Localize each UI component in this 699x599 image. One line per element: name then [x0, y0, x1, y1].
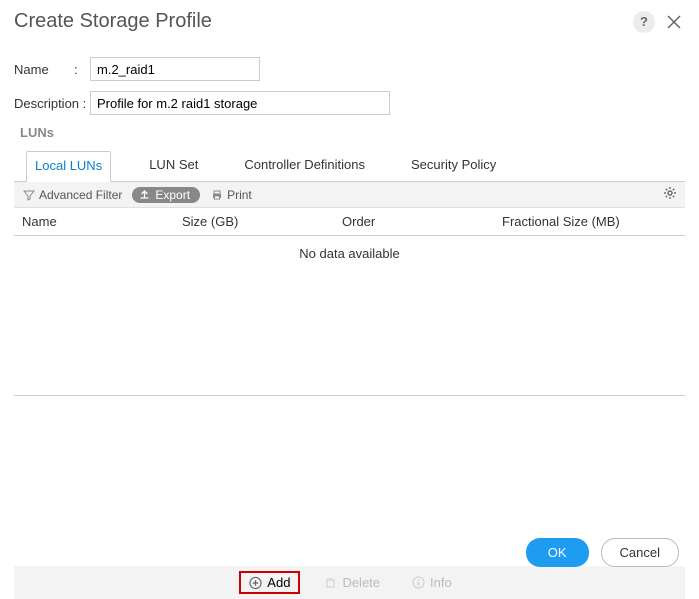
- table-header: Name Size (GB) Order Fractional Size (MB…: [14, 208, 685, 236]
- print-button[interactable]: Print: [210, 188, 252, 202]
- plus-circle-icon: [249, 576, 262, 589]
- filter-icon: [22, 188, 35, 201]
- name-input[interactable]: [90, 57, 260, 81]
- export-icon: [138, 188, 151, 201]
- advanced-filter-button[interactable]: Advanced Filter: [22, 188, 122, 202]
- form-area: Name : Description : LUNs: [0, 37, 699, 140]
- luns-content: Local LUNs LUN Set Controller Definition…: [0, 150, 699, 599]
- column-size[interactable]: Size (GB): [182, 214, 342, 229]
- create-storage-profile-dialog: Create Storage Profile ? Name : Descript…: [0, 0, 699, 581]
- title-bar: Create Storage Profile ?: [0, 0, 699, 37]
- name-label: Name: [14, 62, 74, 77]
- table-action-bar: Add Delete Info: [14, 566, 685, 599]
- print-label: Print: [227, 188, 252, 202]
- dialog-footer: OK Cancel: [526, 538, 679, 567]
- table-body: No data available: [14, 236, 685, 396]
- add-label: Add: [267, 575, 290, 590]
- name-row: Name :: [14, 57, 685, 81]
- close-icon: [665, 13, 683, 31]
- colon: :: [74, 62, 90, 77]
- info-label: Info: [430, 575, 452, 590]
- print-icon: [210, 188, 223, 201]
- advanced-filter-label: Advanced Filter: [39, 188, 122, 202]
- description-label: Description :: [14, 96, 90, 111]
- table-toolbar: Advanced Filter Export Print: [14, 182, 685, 208]
- description-row: Description :: [14, 91, 685, 115]
- column-name[interactable]: Name: [22, 214, 182, 229]
- tab-controller-definitions[interactable]: Controller Definitions: [236, 151, 373, 182]
- info-button: Info: [404, 571, 460, 594]
- export-button[interactable]: Export: [132, 187, 200, 203]
- export-label: Export: [155, 188, 190, 202]
- delete-label: Delete: [342, 575, 380, 590]
- description-input[interactable]: [90, 91, 390, 115]
- info-icon: [412, 576, 425, 589]
- column-fractional-size[interactable]: Fractional Size (MB): [502, 214, 677, 229]
- table-settings-button[interactable]: [663, 186, 677, 203]
- gear-icon: [663, 186, 677, 200]
- cancel-button[interactable]: Cancel: [601, 538, 679, 567]
- empty-message: No data available: [299, 246, 399, 261]
- tab-security-policy[interactable]: Security Policy: [403, 151, 504, 182]
- help-button[interactable]: ?: [633, 11, 655, 33]
- close-button[interactable]: [663, 11, 685, 33]
- delete-button: Delete: [316, 571, 388, 594]
- dialog-title: Create Storage Profile: [14, 10, 633, 33]
- luns-tabs: Local LUNs LUN Set Controller Definition…: [14, 150, 685, 182]
- ok-button[interactable]: OK: [526, 538, 589, 567]
- tab-lun-set[interactable]: LUN Set: [141, 151, 206, 182]
- tab-local-luns[interactable]: Local LUNs: [26, 151, 111, 182]
- trash-icon: [324, 576, 337, 589]
- column-order[interactable]: Order: [342, 214, 502, 229]
- add-button[interactable]: Add: [239, 571, 300, 594]
- luns-section-label: LUNs: [20, 125, 685, 140]
